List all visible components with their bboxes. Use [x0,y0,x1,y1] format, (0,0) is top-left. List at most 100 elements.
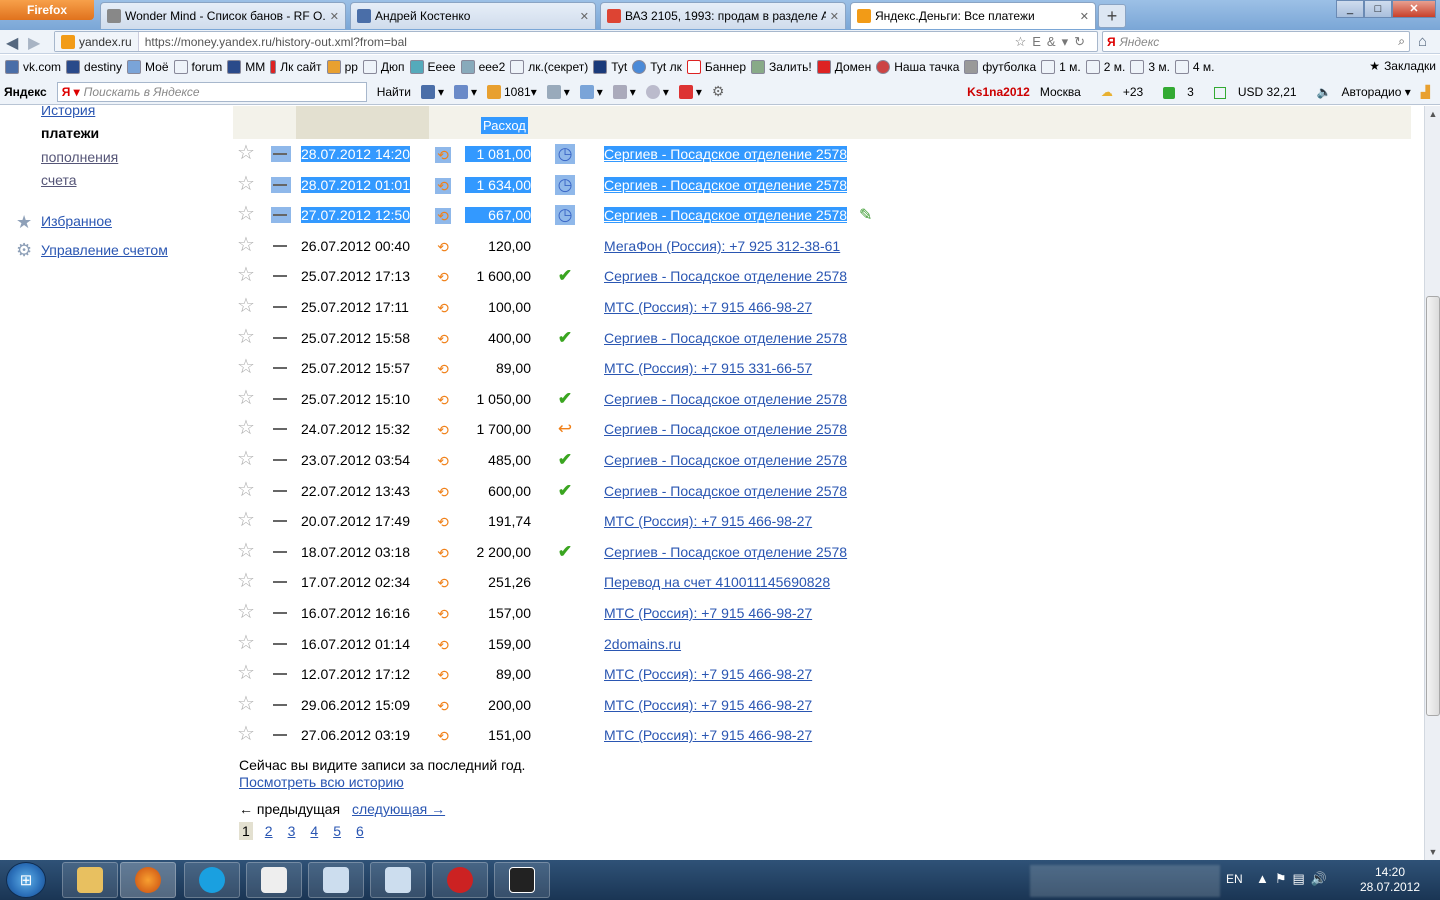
payment-recipient-link[interactable]: Сергиев - Посадское отделение 2578 [604,452,847,468]
page-link[interactable]: 6 [353,822,367,840]
network-button[interactable]: ▾ [612,84,636,99]
back-icon[interactable]: ◀ [6,33,18,53]
page-link[interactable]: 3 [285,822,299,840]
mail-counter[interactable]: 1081 ▾ [487,84,537,99]
table-row[interactable]: ☆ 12.07.2012 17:12 ⟲ 89,00 МТС (Россия): +7 … [233,659,1413,689]
scroll-down-icon[interactable]: ▼ [1425,844,1440,860]
bookmarks-menu[interactable]: ★ Закладки [1369,59,1436,73]
bookmark-item[interactable]: Баннер [686,60,746,74]
bookmark-item[interactable]: футболка [964,60,1036,74]
favorite-star-icon[interactable]: ☆ [237,327,255,347]
bookmark-star-icon[interactable]: ☆ [1015,34,1033,49]
payment-recipient-link[interactable]: МТС (Россия): +7 915 466-98-27 [604,605,812,621]
favorite-star-icon[interactable]: ☆ [237,235,255,255]
sidebar-item-deposits[interactable]: пополнения [41,149,118,165]
edit-pencil-icon[interactable]: ✎ [859,205,872,225]
payment-recipient-link[interactable]: МТС (Россия): +7 915 466-98-27 [604,299,812,315]
favorite-star-icon[interactable]: ☆ [237,143,255,163]
favorite-star-icon[interactable]: ☆ [237,265,255,285]
payment-recipient-link[interactable]: МТС (Россия): +7 915 466-98-27 [604,666,812,682]
table-row[interactable]: ☆ 24.07.2012 15:32 ⟲ 1 700,00 ↩ Сергиев - Пос… [233,414,1413,444]
bookmark-item[interactable]: MM [227,60,265,74]
payment-recipient-link[interactable]: Сергиев - Посадское отделение 2578 [604,330,847,346]
tray-expand-icon[interactable]: ▲ [1256,871,1275,886]
taskbar-antivirus[interactable] [432,862,488,898]
window-close-icon[interactable]: ✕ [1392,0,1436,18]
taskbar-skype[interactable] [184,862,240,898]
favorite-star-icon[interactable]: ☆ [237,357,255,377]
reload-icon[interactable]: ↻ [1074,34,1091,49]
yandex-find-button[interactable]: Найти [377,85,411,99]
table-row[interactable]: ☆ 22.07.2012 13:43 ⟲ 600,00 ✔ Сергиев - Посад… [233,476,1413,506]
payment-recipient-link[interactable]: МТС (Россия): +7 915 466-98-27 [604,513,812,529]
firefox-menu-button[interactable]: Firefox [0,0,94,20]
full-history-link[interactable]: Посмотреть всю историю [239,774,404,790]
bookmark-item[interactable]: Моё [127,60,169,74]
payment-recipient-link[interactable]: Сергиев - Посадское отделение 2578 [604,176,848,193]
payment-recipient-link[interactable]: Сергиев - Посадское отделение 2578 [604,146,848,162]
search-icon[interactable]: ⌕ [1398,34,1409,49]
url-text[interactable]: https://money.yandex.ru/history-out.xml?… [139,35,1015,49]
sidebar-history-link[interactable]: История [41,106,95,118]
sidebar-item-accounts[interactable]: счета [41,172,77,188]
taskbar-window[interactable] [370,862,426,898]
payment-recipient-link[interactable]: Перевод на счет 410011145690828 [604,574,830,590]
favorite-star-icon[interactable]: ☆ [237,418,255,438]
table-row[interactable]: ☆ 20.07.2012 17:49 ⟲ 191,74 МТС (Россия): +7… [233,506,1413,536]
bookmark-item[interactable]: Tyt [593,60,627,74]
bookmark-item[interactable]: Домен [816,60,871,74]
taskbar-window[interactable] [246,862,302,898]
expense-column-header[interactable]: Расход [481,117,528,134]
sidebar-favorites-link[interactable]: Избранное [41,213,112,229]
tray-volume-icon[interactable]: 🔊 [1311,871,1333,886]
bookmark-item[interactable]: pp [326,60,358,74]
table-row[interactable]: ☆ 18.07.2012 03:18 ⟲ 2 200,00 ✔ Сергиев - Пос… [233,537,1413,567]
table-row[interactable]: ☆ 25.07.2012 17:13 ⟲ 1 600,00 ✔ Сергиев - Пос… [233,261,1413,291]
tab-vaz[interactable]: ВАЗ 2105, 1993: продам в разделе А... ✕ [600,2,846,29]
tray-flag-icon[interactable]: ⚑ [1275,871,1293,886]
favorite-star-icon[interactable]: ☆ [237,724,255,744]
bookmark-item[interactable]: destiny [66,60,122,74]
favorite-star-icon[interactable]: ☆ [237,633,255,653]
close-icon[interactable]: ✕ [330,10,339,23]
bookmark-item[interactable]: Лк сайт [270,60,322,74]
favorite-star-icon[interactable]: ☆ [237,602,255,622]
bookmark-item[interactable]: лк.(секрет) [510,60,588,74]
taskbar-firefox[interactable] [120,862,176,898]
new-tab-button[interactable]: + [1098,4,1126,28]
favorite-star-icon[interactable]: ☆ [237,694,255,714]
tab-andrey[interactable]: Андрей Костенко ✕ [350,2,596,29]
bookmark-item[interactable]: Eeee [409,60,456,74]
payment-recipient-link[interactable]: 2domains.ru [604,636,681,652]
close-icon[interactable]: ✕ [830,10,839,23]
weather[interactable]: ☁ +23 [1091,85,1143,99]
table-row[interactable]: ☆ 25.07.2012 15:57 ⟲ 89,00 МТС (Россия): +7 … [233,353,1413,383]
settings-button[interactable]: ⚙ [712,83,725,100]
payment-recipient-link[interactable]: Сергиев - Посадское отделение 2578 [604,421,847,437]
clock[interactable]: 14:20 28.07.2012 [1350,865,1430,895]
bookmark-item[interactable]: Tyt лк [632,60,682,74]
payment-recipient-link[interactable]: МТС (Россия): +7 915 466-98-27 [604,697,812,713]
table-row[interactable]: ☆ 25.07.2012 15:58 ⟲ 400,00 ✔ Сергиев - Посад… [233,323,1413,353]
favorite-star-icon[interactable]: ☆ [237,296,255,316]
tab-wonder-mind[interactable]: Wonder Mind - Список банов - RF О... ✕ [100,2,346,29]
favorite-star-icon[interactable]: ☆ [237,388,255,408]
table-row[interactable]: ☆ 17.07.2012 02:34 ⟲ 251,26 Перевод на счет … [233,567,1413,597]
yandex-logo[interactable]: Яндекс [4,85,47,99]
scroll-up-icon[interactable]: ▲ [1425,106,1440,122]
counter[interactable]: 3 [1153,85,1194,99]
page-link[interactable]: 2 [262,822,276,840]
bookmark-item[interactable]: 4 м. [1174,60,1215,74]
download-button[interactable]: ▾ [579,84,603,99]
table-row[interactable]: ☆ 29.06.2012 15:09 ⟲ 200,00 МТС (Россия): +7… [233,690,1413,720]
page-link[interactable]: 5 [330,822,344,840]
search-input[interactable]: Яндекс [1120,35,1399,49]
maximize-icon[interactable]: □ [1364,0,1392,18]
site-identity[interactable]: yandex.ru [55,32,139,51]
translate-button[interactable]: ▾ [420,84,444,99]
translate-icon[interactable]: E [1032,34,1047,49]
sidebar-account-settings-link[interactable]: Управление счетом [41,242,168,258]
mail-button[interactable]: ▾ [453,84,477,99]
close-icon[interactable]: ✕ [580,10,589,23]
payment-recipient-link[interactable]: Сергиев - Посадское отделение 2578 [604,268,847,284]
